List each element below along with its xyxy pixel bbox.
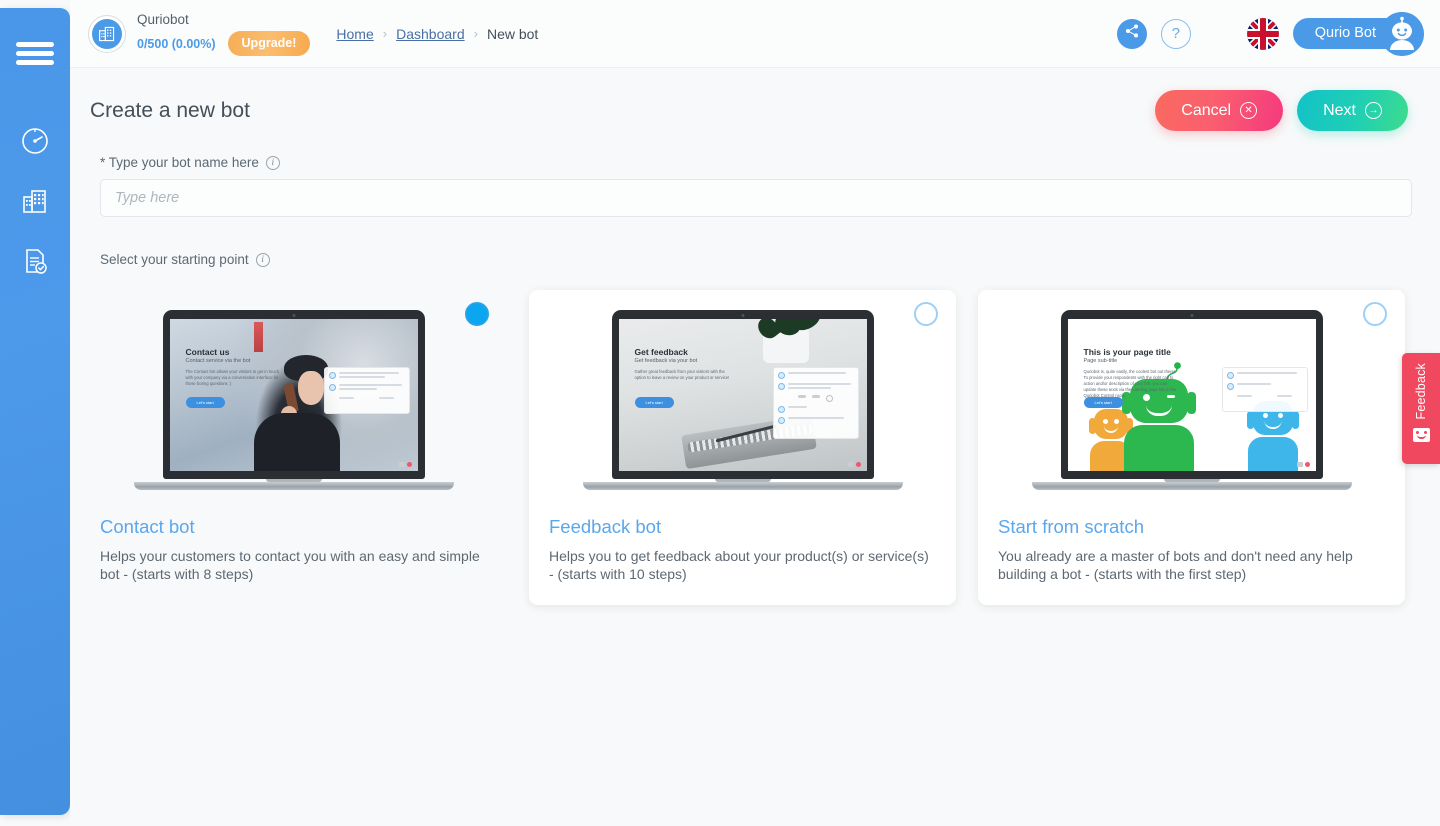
thumb-subtitle: Page sub-title [1084, 358, 1118, 364]
hamburger-icon-bar [16, 51, 54, 56]
thumb-chat-preview [773, 367, 859, 439]
thumbnail-feedback-bot: Get feedback Get feedback via your bot G… [549, 308, 936, 490]
breadcrumb-separator-icon: › [383, 26, 387, 41]
brand-block: Quriobot 0/500 (0.00%) Upgrade! [88, 11, 310, 57]
next-button[interactable]: Next → [1297, 90, 1408, 131]
radio-feedback-bot[interactable] [914, 302, 938, 326]
card-title-feedback-bot: Feedback bot [549, 516, 936, 538]
building-icon [21, 187, 49, 215]
page-header: Create a new bot Cancel ✕ Next → [70, 68, 1440, 131]
botname-field-label: * Type your bot name here i [100, 155, 1410, 170]
upgrade-button[interactable]: Upgrade! [228, 31, 311, 57]
uk-flag-icon [1247, 37, 1279, 50]
hamburger-icon-bar [16, 60, 54, 65]
breadcrumb-item-home[interactable]: Home [336, 26, 373, 42]
language-flag-button[interactable] [1247, 18, 1279, 50]
thumb-title: Get feedback [635, 347, 688, 357]
card-description-contact-bot: Helps your customers to contact you with… [100, 547, 487, 583]
thumb-body: The Contact bot allows your visitors to … [186, 369, 282, 387]
radio-start-from-scratch[interactable] [1363, 302, 1387, 326]
quota-text: 0/500 (0.00%) [137, 37, 216, 51]
starting-point-card-contact-bot[interactable]: Contact us Contact service via the bot T… [80, 290, 507, 605]
topbar-actions: ? Qurio Bot [1117, 16, 1416, 52]
main-content: Create a new bot Cancel ✕ Next → * Type … [70, 68, 1440, 826]
laptop-mockup-icon: Get feedback Get feedback via your bot G… [583, 310, 903, 490]
help-button[interactable]: ? [1161, 19, 1191, 49]
starting-point-card-start-from-scratch[interactable]: This is your page title Page sub-title Q… [978, 290, 1405, 605]
sidebar-item-dashboard[interactable] [0, 112, 70, 170]
bot-name-input[interactable] [100, 179, 1412, 217]
thumb-chat-preview [324, 367, 410, 414]
starting-point-card-feedback-bot[interactable]: Get feedback Get feedback via your bot G… [529, 290, 956, 605]
feedback-tab-button[interactable]: Feedback [1402, 353, 1440, 464]
brand-meta: Quriobot 0/500 (0.00%) Upgrade! [137, 11, 310, 57]
starting-point-cards: Contact us Contact service via the bot T… [70, 276, 1440, 605]
cancel-button[interactable]: Cancel ✕ [1155, 90, 1283, 131]
sidebar-item-menu-toggle[interactable] [0, 24, 70, 82]
smiley-face-icon [1413, 428, 1430, 442]
botname-label-text: * Type your bot name here [100, 155, 259, 170]
thumb-cta: Let's start [635, 397, 674, 408]
brand-logo [88, 15, 126, 53]
thumbnail-contact-bot: Contact us Contact service via the bot T… [100, 308, 487, 490]
thumb-body: Quriobot is, quite easily, the coolest b… [1084, 369, 1180, 399]
user-menu-button[interactable]: Qurio Bot [1293, 16, 1416, 52]
breadcrumb: Home › Dashboard › New bot [336, 26, 538, 42]
card-description-start-from-scratch: You already are a master of bots and don… [998, 547, 1385, 583]
building-logo-icon [92, 19, 122, 49]
info-icon: i [266, 156, 280, 170]
radio-contact-bot[interactable] [465, 302, 489, 326]
arrow-right-circle-icon: → [1365, 102, 1382, 119]
starting-point-label-text: Select your starting point [100, 252, 249, 267]
laptop-mockup-icon: Contact us Contact service via the bot T… [134, 310, 454, 490]
thumb-cta: Let's start [1084, 397, 1123, 408]
sidebar-item-company[interactable] [0, 172, 70, 230]
card-title-start-from-scratch: Start from scratch [998, 516, 1385, 538]
cancel-button-label: Cancel [1181, 103, 1231, 119]
thumb-cta: Let's start [186, 397, 225, 408]
form-area: * Type your bot name here i Select your … [70, 131, 1440, 267]
info-icon: i [256, 253, 270, 267]
question-mark-icon: ? [1172, 25, 1180, 42]
breadcrumb-item-current: New bot [487, 26, 538, 42]
thumbnail-start-from-scratch: This is your page title Page sub-title Q… [998, 308, 1385, 490]
breadcrumb-item-dashboard[interactable]: Dashboard [396, 26, 465, 42]
thumb-body: Gather great feedback from your visitors… [635, 369, 731, 381]
sidebar [0, 8, 70, 815]
brand-name: Quriobot [137, 11, 310, 28]
laptop-mockup-icon: This is your page title Page sub-title Q… [1032, 310, 1352, 490]
card-title-contact-bot: Contact bot [100, 516, 487, 538]
top-bar: Quriobot 0/500 (0.00%) Upgrade! Home › D… [70, 0, 1440, 68]
feedback-tab-label: Feedback [1414, 363, 1428, 420]
thumb-chat-preview [1222, 367, 1308, 412]
thumb-title: This is your page title [1084, 347, 1171, 357]
hamburger-icon-bar [16, 42, 54, 47]
page-title: Create a new bot [90, 99, 250, 123]
close-circle-icon: ✕ [1240, 102, 1257, 119]
share-button[interactable] [1117, 19, 1147, 49]
next-button-label: Next [1323, 103, 1356, 119]
thumb-subtitle: Get feedback via your bot [635, 358, 698, 364]
sidebar-item-reports[interactable] [0, 232, 70, 290]
thumb-subtitle: Contact service via the bot [186, 358, 251, 364]
document-check-icon [21, 247, 49, 275]
card-description-feedback-bot: Helps you to get feedback about your pro… [549, 547, 936, 583]
share-icon [1124, 23, 1140, 44]
starting-point-label: Select your starting point i [100, 252, 1410, 267]
breadcrumb-separator-icon: › [474, 26, 478, 41]
header-actions: Cancel ✕ Next → [1155, 90, 1408, 131]
bot-avatar-icon [1380, 12, 1424, 56]
thumb-title: Contact us [186, 347, 230, 357]
gauge-icon [20, 126, 50, 156]
